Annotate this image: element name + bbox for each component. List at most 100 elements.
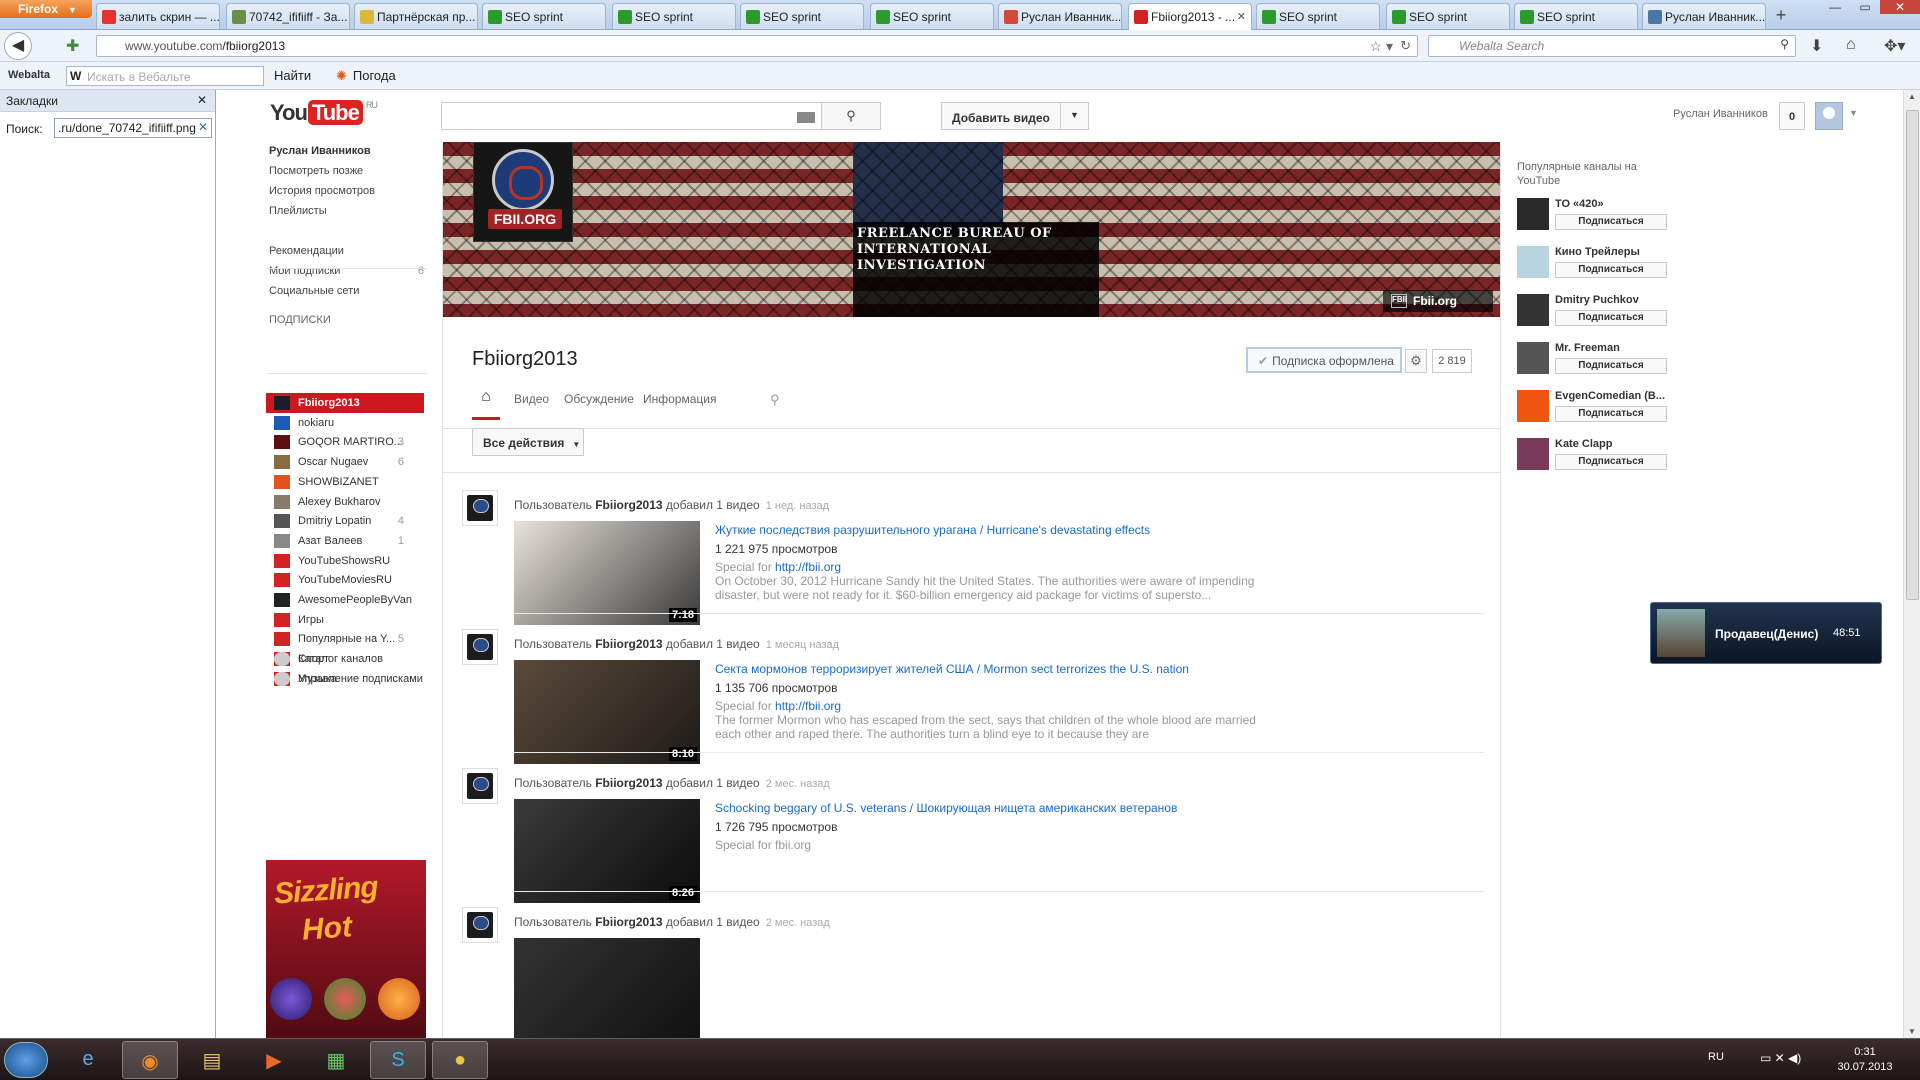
video-title-link[interactable]: Schocking beggary of U.S. veterans / Шок… bbox=[715, 801, 1177, 815]
desc-link[interactable]: http://fbii.org bbox=[775, 699, 841, 713]
clear-icon[interactable]: ✕ bbox=[198, 120, 208, 134]
new-tab-button[interactable]: + bbox=[1767, 5, 1795, 27]
search-icon[interactable]: ⚲ bbox=[770, 392, 780, 408]
tray-icons[interactable]: ▭ ✕ ◀) bbox=[1760, 1051, 1801, 1065]
subscription-item[interactable]: Oscar Nugaev 6 bbox=[266, 452, 424, 472]
channel-thumbnail[interactable] bbox=[1517, 294, 1549, 326]
media-player-icon[interactable]: ▶ bbox=[246, 1041, 302, 1079]
tab[interactable]: SEO sprint bbox=[612, 3, 736, 29]
video-title-link[interactable]: Жуткие последствия разрушительного урага… bbox=[715, 523, 1150, 537]
scroll-down-icon[interactable]: ▼ bbox=[1908, 1027, 1916, 1036]
folder-icon[interactable]: ▤ bbox=[184, 1041, 240, 1079]
channel-thumbnail[interactable] bbox=[1517, 438, 1549, 470]
subscribe-button[interactable]: Подписаться bbox=[1555, 406, 1667, 422]
guide-item-channel-catalog[interactable]: Каталог каналов bbox=[266, 649, 424, 669]
tab-info[interactable]: Информация bbox=[643, 392, 716, 406]
bookmark-star-icon[interactable]: ☆ ▾ bbox=[1370, 38, 1393, 55]
tab[interactable]: 70742_ififiiff - За... bbox=[226, 3, 350, 29]
reload-icon[interactable]: ↻ bbox=[1400, 38, 1411, 54]
channel-thumbnail[interactable] bbox=[1517, 246, 1549, 278]
subscription-item[interactable]: YouTubeShowsRU bbox=[266, 551, 424, 571]
home-icon[interactable]: ⌂ bbox=[1846, 36, 1856, 54]
url-bar[interactable]: www.youtube.com/fbiiorg2013 ☆ ▾ ↻ bbox=[96, 35, 1418, 57]
popular-channel-name[interactable]: ТО «420» bbox=[1555, 198, 1675, 210]
subscribe-button[interactable]: Подписаться bbox=[1555, 262, 1667, 278]
ad-banner[interactable]: Sizzling Hot bbox=[266, 860, 426, 1038]
back-button[interactable]: ◀ bbox=[4, 32, 32, 60]
tab-discussion[interactable]: Обсуждение bbox=[564, 392, 634, 406]
addons-icon[interactable]: ✥▾ bbox=[1884, 36, 1905, 56]
download-icon[interactable]: ⬇ bbox=[1810, 36, 1823, 56]
scrollbar-thumb[interactable] bbox=[1906, 110, 1919, 600]
feed-user-link[interactable]: Fbiiorg2013 bbox=[595, 915, 662, 929]
channel-avatar[interactable] bbox=[462, 629, 498, 665]
close-icon[interactable]: ✕ bbox=[197, 93, 207, 107]
search-icon[interactable]: ⚲ bbox=[1780, 37, 1789, 51]
tab[interactable]: Партнёрская пр... bbox=[354, 3, 478, 29]
channel-avatar[interactable] bbox=[462, 907, 498, 943]
subscription-item[interactable]: GOQOR MARTIRO... 3 bbox=[266, 432, 424, 452]
youtube-logo[interactable]: You Tube RU bbox=[270, 100, 378, 126]
feed-user-link[interactable]: Fbiiorg2013 bbox=[595, 776, 662, 790]
channel-avatar[interactable] bbox=[462, 768, 498, 804]
subscribed-button[interactable]: ✔ Подписка оформлена bbox=[1246, 347, 1402, 373]
subscribe-button[interactable]: Подписаться bbox=[1555, 214, 1667, 230]
skype-call-popup[interactable]: Продавец(Денис) 48:51 bbox=[1650, 602, 1882, 664]
video-thumbnail[interactable]: 8:10 bbox=[514, 660, 700, 764]
tab[interactable]: Fbiiorg2013 - ... ✕ bbox=[1128, 3, 1252, 31]
subscription-item[interactable]: Alexey Bukharov bbox=[266, 492, 424, 512]
restore-icon[interactable]: ▭ bbox=[1850, 0, 1880, 14]
channel-thumbnail[interactable] bbox=[1517, 390, 1549, 422]
all-actions-dropdown[interactable]: Все действия ▼ bbox=[472, 428, 584, 456]
guide-item-manage-subscriptions[interactable]: Управление подписками bbox=[266, 669, 424, 689]
video-thumbnail[interactable]: 8:26 bbox=[514, 799, 700, 903]
firefox-icon[interactable]: ◉ bbox=[122, 1041, 178, 1079]
feed-user-link[interactable]: Fbiiorg2013 bbox=[595, 498, 662, 512]
close-tab-icon[interactable]: ✕ bbox=[1237, 10, 1246, 23]
internet-explorer-icon[interactable]: e bbox=[60, 1041, 116, 1079]
popular-channel-name[interactable]: EvgenComedian (B... bbox=[1555, 390, 1675, 402]
video-title-link[interactable]: Секта мормонов терроризирует жителей США… bbox=[715, 662, 1189, 676]
tab[interactable]: SEO sprint bbox=[1514, 3, 1638, 29]
webalta-logo[interactable]: Webalta bbox=[8, 69, 50, 81]
guide-item-my-subscriptions[interactable]: Мои подписки 6 bbox=[269, 265, 424, 277]
channel-logo[interactable]: FBII.ORG bbox=[473, 142, 573, 242]
tab[interactable]: SEO sprint bbox=[740, 3, 864, 29]
avatar[interactable] bbox=[1815, 102, 1843, 130]
channel-settings-button[interactable]: ⚙ bbox=[1405, 349, 1427, 373]
subscription-item[interactable]: Dmitriy Lopatin 4 bbox=[266, 511, 424, 531]
channel-thumbnail[interactable] bbox=[1517, 198, 1549, 230]
video-thumbnail[interactable]: 7:18 bbox=[514, 521, 700, 625]
keyboard-icon[interactable] bbox=[797, 112, 815, 123]
weather-button[interactable]: ✺ Погода bbox=[336, 68, 396, 84]
youtube-search-button[interactable]: ⚲ bbox=[821, 102, 881, 130]
notifications-button[interactable]: 0 bbox=[1779, 102, 1805, 130]
subscription-item[interactable]: YouTubeMoviesRU bbox=[266, 570, 424, 590]
tab[interactable]: Руслан Иванник... bbox=[998, 3, 1122, 29]
popular-channel-name[interactable]: Kate Clapp bbox=[1555, 438, 1675, 450]
guide-item-watch-later[interactable]: Посмотреть позже bbox=[269, 165, 363, 177]
coin-app-icon[interactable]: ● bbox=[432, 1041, 488, 1079]
close-icon[interactable]: ✕ bbox=[1880, 0, 1920, 14]
tab[interactable]: Руслан Иванник... bbox=[1642, 3, 1766, 29]
subscription-item[interactable]: Игры bbox=[266, 610, 424, 630]
feed-user-link[interactable]: Fbiiorg2013 bbox=[595, 637, 662, 651]
subscribe-button[interactable]: Подписаться bbox=[1555, 454, 1667, 470]
subscription-item[interactable]: Азат Валеев 1 bbox=[266, 531, 424, 551]
firefox-menu-button[interactable]: Firefox ▼ bbox=[0, 0, 92, 18]
tab-videos[interactable]: Видео bbox=[514, 392, 549, 406]
guide-item-recommendations[interactable]: Рекомендации bbox=[269, 245, 344, 257]
popular-channel-name[interactable]: Mr. Freeman bbox=[1555, 342, 1675, 354]
desc-link[interactable]: http://fbii.org bbox=[775, 560, 841, 574]
subscription-item[interactable]: AwesomePeopleByVan bbox=[266, 590, 424, 610]
tab[interactable]: SEO sprint bbox=[870, 3, 994, 29]
chevron-down-icon[interactable]: ▼ bbox=[1849, 108, 1858, 118]
subscription-item[interactable]: Fbiiorg2013 bbox=[266, 393, 424, 413]
start-button[interactable] bbox=[4, 1042, 48, 1078]
clock[interactable]: 0:31 30.07.2013 bbox=[1830, 1045, 1900, 1075]
popular-channel-name[interactable]: Кино Трейлеры bbox=[1555, 246, 1675, 258]
bookmarks-search-input[interactable]: .ru/done_70742_ififiiff.png ✕ bbox=[54, 118, 212, 138]
guide-item-history[interactable]: История просмотров bbox=[269, 185, 375, 197]
tab-home[interactable]: ⌂ bbox=[472, 388, 500, 420]
add-video-button[interactable]: Добавить видео bbox=[941, 102, 1061, 130]
